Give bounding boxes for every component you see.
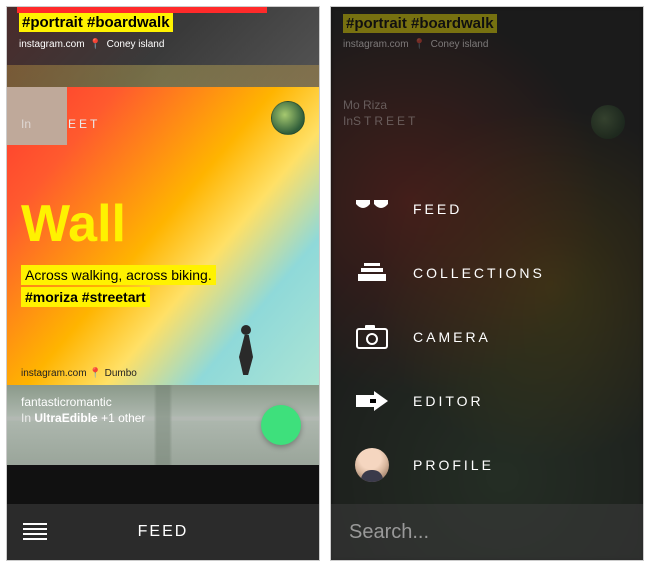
menu-item-profile[interactable]: PROFILE (353, 433, 621, 497)
tabbar: FEED (7, 504, 319, 560)
collections-icon (353, 263, 391, 283)
post-location: Dumbo (105, 368, 137, 379)
post-others: +1 other (101, 411, 145, 425)
in-label: In (343, 114, 353, 128)
menu-item-editor[interactable]: EDITOR (353, 369, 621, 433)
screen-menu: #portrait #boardwalk instagram.com 📍 Con… (330, 6, 644, 561)
ghost-collection: STREET (353, 114, 418, 128)
ghost-location: Coney island (431, 39, 489, 50)
in-label: In (21, 411, 31, 425)
post-author: fantasticromantic (21, 395, 112, 409)
ghost-author-block: Mo Riza InSTREET (343, 98, 631, 129)
post-caption-block: Across walking, across biking. #moriza #… (21, 264, 305, 308)
tabbar-title: FEED (63, 523, 319, 541)
post-meta: instagram.com 📍 Coney island (19, 39, 307, 50)
decor-strip (7, 65, 319, 87)
menu-button[interactable] (7, 523, 63, 541)
feed-card-main[interactable]: Mo Riza InSTREET Wall Across walking, ac… (7, 87, 319, 385)
feed-card-top[interactable]: #portrait #boardwalk instagram.com 📍 Con… (7, 7, 319, 87)
menu-label: COLLECTIONS (413, 265, 545, 281)
accent-bar (17, 7, 267, 13)
ghost-meta: instagram.com 📍 Coney island (343, 39, 631, 50)
post-author-block[interactable]: fantasticromantic In UltraEdible +1 othe… (21, 395, 305, 426)
camera-icon (353, 325, 391, 349)
ghost-tags: #portrait #boardwalk (343, 14, 497, 33)
feed-card-bottom[interactable]: fantasticromantic In UltraEdible +1 othe… (7, 385, 319, 465)
post-source: instagram.com (19, 39, 85, 50)
main-menu: FEED COLLECTIONS CAMERA (353, 177, 621, 497)
ghost-content: #portrait #boardwalk instagram.com 📍 Con… (343, 15, 631, 129)
search-input[interactable] (349, 521, 625, 544)
post-meta: instagram.com 📍 Dumbo (21, 368, 137, 379)
post-hashtags: #moriza #streetart (21, 287, 150, 307)
decor-brick (7, 87, 67, 145)
pin-icon: 📍 (413, 39, 425, 50)
menu-icon (23, 523, 47, 541)
pin-icon: 📍 (89, 368, 101, 379)
post-title: Wall (21, 198, 305, 250)
ghost-source: instagram.com (343, 39, 409, 50)
menu-item-feed[interactable]: FEED (353, 177, 621, 241)
screen-feed: #portrait #boardwalk instagram.com 📍 Con… (6, 6, 320, 561)
post-source: instagram.com (21, 368, 87, 379)
menu-label: PROFILE (413, 457, 494, 473)
avatar[interactable] (271, 101, 305, 135)
menu-item-collections[interactable]: COLLECTIONS (353, 241, 621, 305)
ghost-author: Mo Riza (343, 98, 387, 112)
menu-label: FEED (413, 201, 462, 217)
decor-figure (235, 321, 259, 381)
profile-avatar (353, 448, 391, 482)
post-location: Coney island (107, 39, 165, 50)
feed-icon (353, 200, 391, 218)
search-bar[interactable] (331, 504, 643, 560)
pin-icon: 📍 (89, 39, 101, 50)
post-collection: UltraEdible (34, 411, 97, 425)
in-label: In (21, 117, 31, 131)
menu-label: EDITOR (413, 393, 484, 409)
menu-label: CAMERA (413, 329, 491, 345)
post-caption: Across walking, across biking. (21, 265, 216, 285)
menu-item-camera[interactable]: CAMERA (353, 305, 621, 369)
post-tags: #portrait #boardwalk (19, 13, 173, 32)
editor-icon (353, 391, 391, 411)
avatar (591, 105, 625, 139)
